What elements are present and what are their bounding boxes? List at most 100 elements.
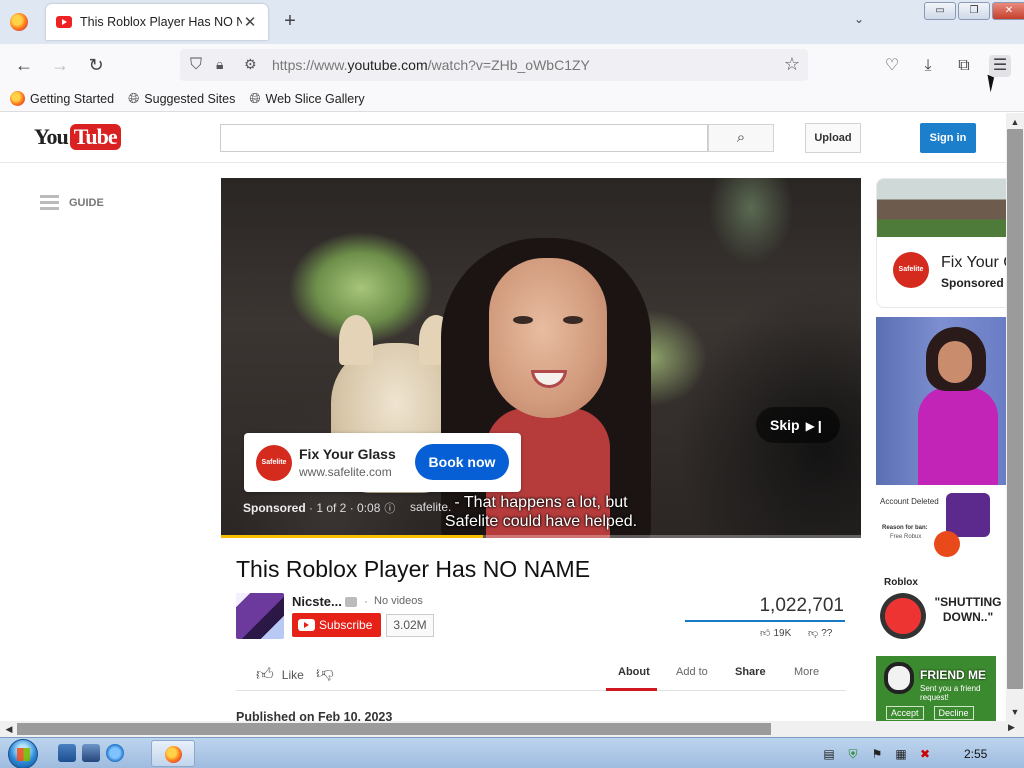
new-tab-button[interactable]: + (280, 10, 300, 32)
globe-icon: 🌐︎ (128, 90, 140, 106)
close-window-button[interactable]: ✕ (992, 2, 1024, 20)
scroll-down-icon[interactable]: ▼ (1008, 705, 1022, 719)
related-video-thumbnail[interactable]: FRIEND ME Sent you a friend request! Acc… (876, 656, 996, 721)
pocket-icon[interactable]: ♡ (881, 55, 903, 77)
shield-icon[interactable]: ⛉ (190, 56, 202, 74)
sidebar-image-ad[interactable] (876, 317, 1006, 485)
tab-youtube[interactable]: This Roblox Player Has NO NAME ✕ (46, 4, 268, 40)
action-center-flag-icon[interactable]: ⚑ (870, 747, 884, 761)
extensions-icon[interactable]: ⧉ (953, 55, 975, 77)
guide-button[interactable]: GUIDE (40, 195, 104, 210)
firefox-icon[interactable] (10, 13, 28, 31)
bookmark-suggested-sites[interactable]: 🌐︎ Suggested Sites (128, 90, 235, 107)
roblox-character-thumbnail (946, 493, 990, 537)
document-tray-icon[interactable]: ▤ (822, 747, 836, 761)
video-eye (513, 316, 533, 324)
related-video-thumbnail[interactable]: Roblox "SHUTTING DOWN.." (876, 575, 1006, 643)
volume-muted-icon[interactable]: ✖ (918, 747, 932, 761)
reload-icon[interactable]: ↻ (86, 55, 106, 75)
horizontal-scroll-thumb[interactable] (17, 723, 771, 735)
search-button[interactable]: ⌕ (708, 124, 774, 152)
vertical-scrollbar[interactable]: ▲ ▼ (1006, 113, 1024, 721)
publish-date: Published on Feb 10, 2023 (236, 710, 393, 721)
explorer-icon[interactable] (82, 744, 100, 762)
start-button[interactable] (8, 739, 38, 768)
back-icon[interactable]: ← (14, 55, 34, 75)
ad-sponsored-label: Sponsored (243, 501, 306, 515)
channel-avatar[interactable] (236, 593, 284, 639)
bookmark-web-slice-gallery[interactable]: 🌐︎ Web Slice Gallery (249, 90, 364, 107)
scroll-left-icon[interactable]: ◀ (2, 722, 16, 736)
logo-text-tube: Tube (69, 124, 121, 150)
ad-url: www.safelite.com (299, 465, 392, 479)
upload-button[interactable]: Upload (805, 123, 861, 153)
star-icon[interactable]: ☆ (784, 54, 800, 75)
minimize-button[interactable]: ▭ (924, 2, 956, 20)
security-tray-icon[interactable]: ⛨ (846, 747, 860, 761)
like-ratio-fill (685, 620, 845, 622)
thumbnail-text: Sent you a friend request! (920, 684, 981, 702)
url-text[interactable]: https://www.youtube.com/watch?v=ZHb_oWbC… (272, 57, 590, 73)
taskbar-firefox[interactable] (151, 740, 195, 767)
sign-in-button[interactable]: Sign in (920, 123, 976, 153)
caption-line: - That happens a lot, but (454, 494, 628, 511)
thumbs-down-icon: 👎︎ (808, 628, 819, 639)
related-video-thumbnail[interactable]: Account Deleted Reason for ban: Free Rob… (876, 491, 1006, 559)
sidebar-ad-sponsored: Sponsored (941, 276, 1004, 290)
roblox-face-thumbnail (880, 593, 926, 639)
sidebar-ad-image (877, 179, 1006, 237)
subscribe-button[interactable]: Subscribe (292, 613, 381, 637)
skip-ad-button[interactable]: Skip ▶❙ (756, 407, 840, 443)
bookmarks-toolbar: Getting Started 🌐︎ Suggested Sites 🌐︎ We… (0, 86, 1024, 112)
ad-title: Fix Your Glass (299, 446, 396, 462)
ad-person-dress (918, 387, 998, 485)
download-icon[interactable]: ⤓ (917, 55, 939, 77)
ad-progress-bar[interactable] (221, 535, 861, 538)
forward-icon[interactable]: → (50, 55, 70, 75)
channel-name[interactable]: Nicste... (292, 594, 342, 609)
safelite-logo: Safelite (256, 445, 292, 481)
lock-icon[interactable]: 🔒︎ (216, 56, 223, 73)
book-now-button[interactable]: Book now (415, 444, 509, 480)
thumbnail-text: Decline (933, 706, 974, 720)
tab-add-to[interactable]: Add to (676, 666, 708, 678)
dislike-count: ?? (821, 628, 833, 639)
permissions-icon[interactable]: ⚙ (244, 56, 257, 73)
info-icon[interactable]: ⓘ (384, 500, 395, 516)
subscriber-count: 3.02M (386, 614, 434, 637)
tab-more[interactable]: More (794, 666, 819, 678)
scroll-up-icon[interactable]: ▲ (1008, 115, 1022, 129)
vertical-scroll-thumb[interactable] (1007, 129, 1023, 689)
search-input[interactable] (220, 124, 708, 152)
internet-explorer-icon[interactable] (106, 744, 124, 762)
tab-list-chevron-icon[interactable]: ⌄ (854, 12, 864, 26)
tab-about[interactable]: About (618, 666, 650, 678)
search-icon: ⌕ (736, 129, 746, 146)
tab-close-icon[interactable]: ✕ (242, 13, 258, 31)
navigation-toolbar: ← → ↻ ⛉ 🔒︎ ⚙ https://www.youtube.com/wat… (0, 44, 1024, 86)
tab-share[interactable]: Share (735, 666, 766, 678)
youtube-logo[interactable]: You Tube (34, 124, 121, 150)
video-eye (563, 316, 583, 324)
video-player[interactable]: Safelite Fix Your Glass www.safelite.com… (221, 178, 861, 538)
ad-overlay-card[interactable]: Safelite Fix Your Glass www.safelite.com… (244, 433, 521, 492)
ad-info: Sponsored · 1 of 2 · 0:08 ⓘ (243, 500, 395, 516)
horizontal-scrollbar[interactable]: ◀ (0, 721, 1006, 737)
like-label: Like (281, 667, 304, 682)
bookmark-label: Suggested Sites (144, 91, 236, 106)
separator-dot: · (364, 594, 368, 608)
show-desktop-icon[interactable] (58, 744, 76, 762)
hamburger-icon (40, 195, 59, 210)
network-tray-icon[interactable]: ▦ (894, 747, 908, 761)
restore-button[interactable]: ❐ (958, 2, 990, 20)
bookmark-getting-started[interactable]: Getting Started (10, 91, 114, 106)
sidebar-ad-card[interactable]: Safelite Fix Your G Sponsored (876, 178, 1006, 308)
dislike-button[interactable]: 👍︎ (316, 663, 334, 684)
taskbar-clock[interactable]: 2:55 (964, 747, 987, 761)
scroll-right-icon[interactable]: ▶ (1008, 722, 1015, 733)
like-button[interactable]: 👍︎ Like (256, 664, 304, 685)
youtube-favicon-icon (56, 16, 72, 28)
thumbnail-text: Reason for ban: (882, 525, 928, 531)
windows-logo-icon (17, 748, 30, 761)
url-bar[interactable]: ⛉ 🔒︎ ⚙ https://www.youtube.com/watch?v=Z… (180, 49, 808, 81)
